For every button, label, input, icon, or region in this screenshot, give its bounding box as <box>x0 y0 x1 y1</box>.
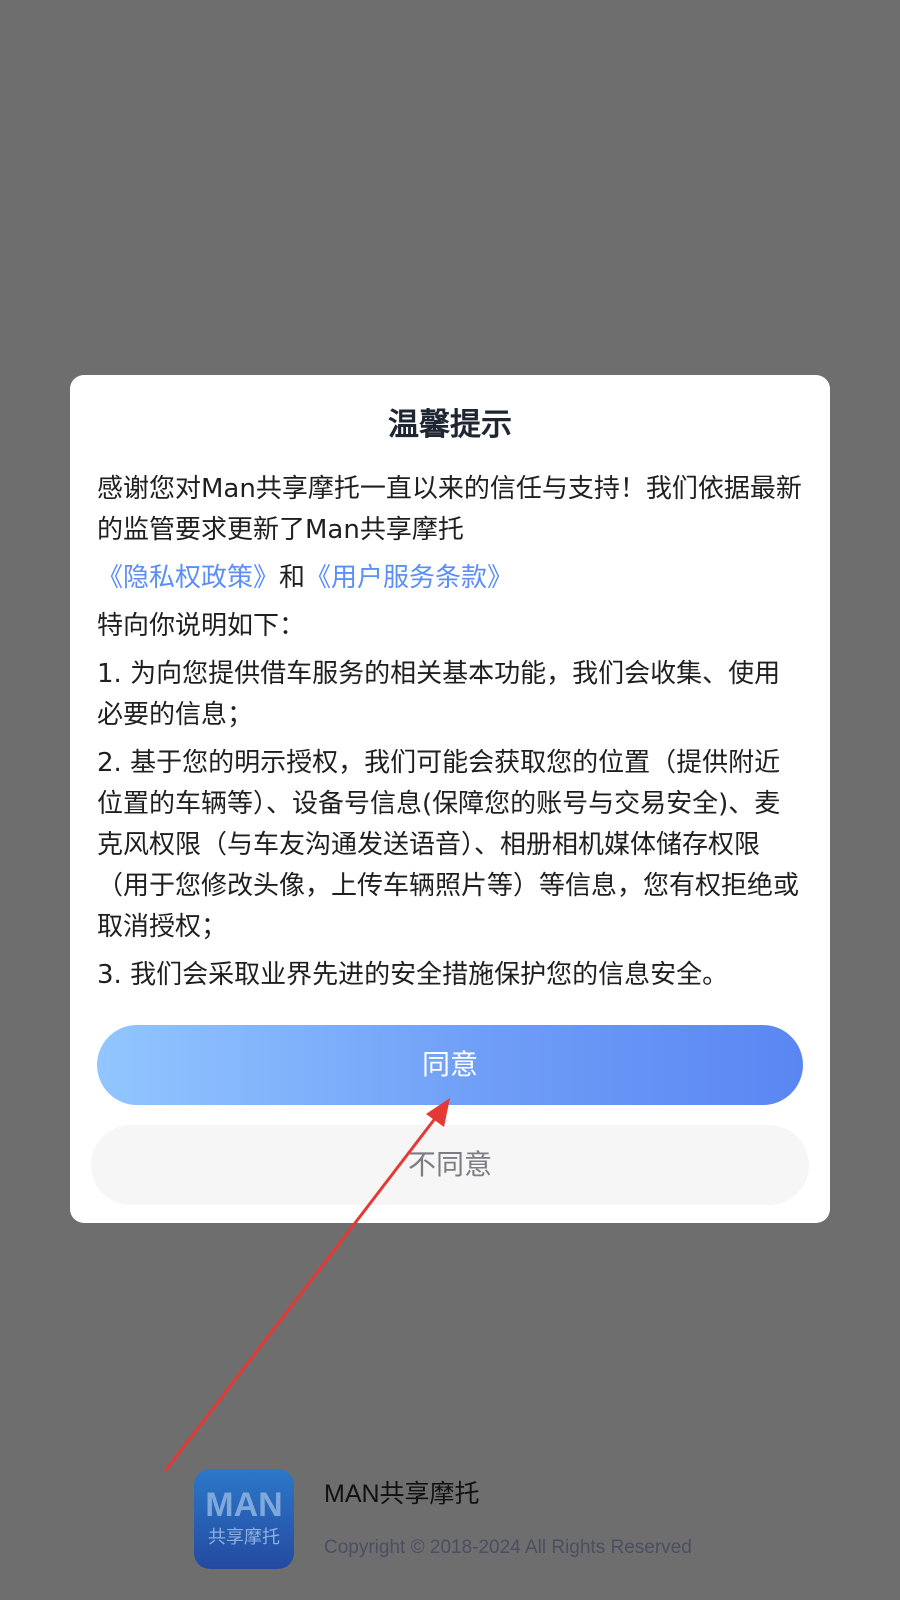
privacy-policy-link[interactable]: 《隐私权政策》 <box>97 563 279 593</box>
list-item: 1. 为向您提供借车服务的相关基本功能，我们会收集、使用必要的信息； <box>97 659 781 730</box>
and-text: 和 <box>279 563 306 593</box>
service-terms-link[interactable]: 《用户服务条款》 <box>305 563 513 593</box>
intro-text: 感谢您对Man共享摩托一直以来的信任与支持！我们依据最新的监管要求更新了Man共… <box>97 474 802 545</box>
dialog-title: 温馨提示 <box>388 407 512 443</box>
logo-text: MAN <box>205 1486 283 1524</box>
explain-heading: 特向你说明如下： <box>97 611 306 641</box>
logo-subtext: 共享摩托 <box>208 1527 280 1548</box>
app-logo: MAN 共享摩托 <box>194 1469 294 1569</box>
policy-links: 《隐私权政策》和《用户服务条款》 <box>97 558 803 599</box>
list-item: 3. 我们会采取业界先进的安全措施保护您的信息安全。 <box>97 960 729 990</box>
list-item: 2. 基于您的明示授权，我们可能会获取您的位置（提供附近位置的车辆等）、设备号信… <box>97 748 800 942</box>
dialog-body: 感谢您对Man共享摩托一直以来的信任与支持！我们依据最新的监管要求更新了Man共… <box>97 469 803 996</box>
app-name: MAN共享摩托 <box>324 1480 480 1508</box>
agree-button[interactable]: 同意 <box>97 1025 803 1105</box>
privacy-dialog: 温馨提示 感谢您对Man共享摩托一直以来的信任与支持！我们依据最新的监管要求更新… <box>70 375 830 1223</box>
copyright-text: Copyright © 2018-2024 All Rights Reserve… <box>324 1537 692 1558</box>
disagree-button[interactable]: 不同意 <box>91 1125 809 1205</box>
